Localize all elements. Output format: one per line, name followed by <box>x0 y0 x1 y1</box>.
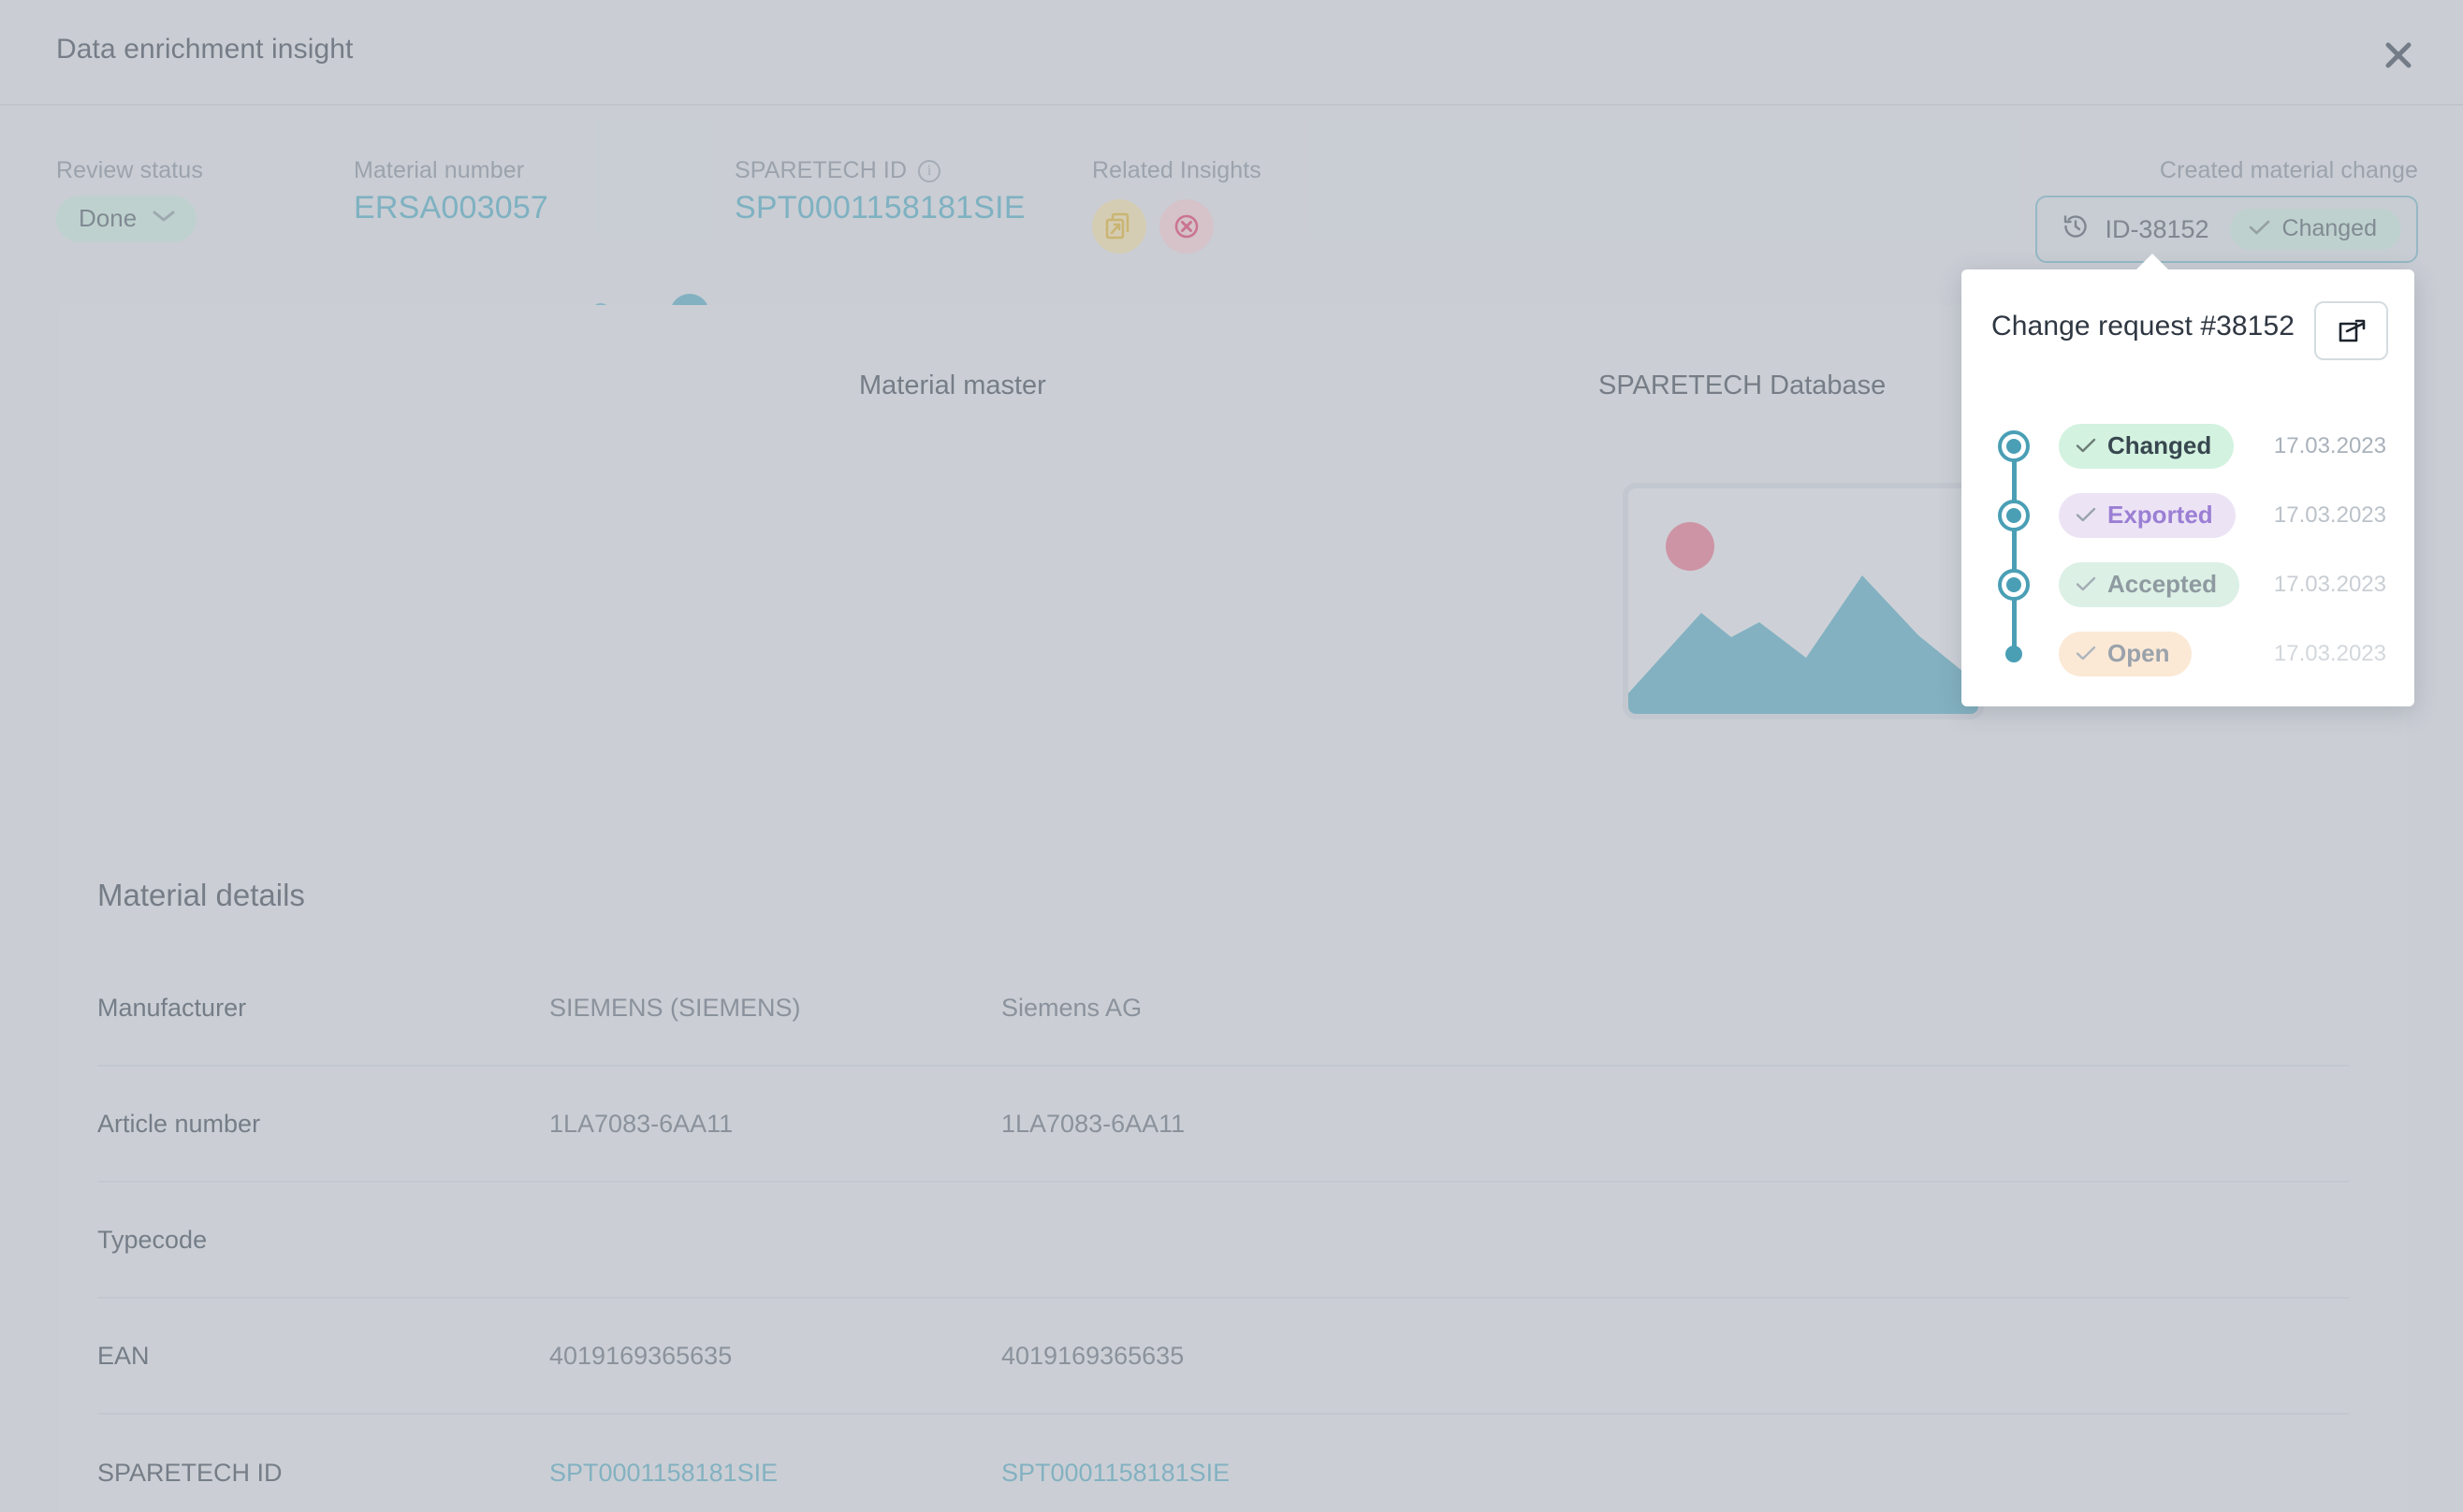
row-value-sparetech[interactable]: SPT0001158181SIE <box>1001 1459 1230 1488</box>
table-row: EAN 4019169365635 4019169365635 <box>97 1299 2349 1415</box>
row-value-material-master: SIEMENS (SIEMENS) <box>549 993 801 1022</box>
page-title: Data enrichment insight <box>56 34 354 65</box>
timeline-date: 17.03.2023 <box>2273 433 2386 458</box>
related-insights-block: Related Insights <box>1092 157 1261 254</box>
timeline-status-badge: Accepted <box>2059 562 2240 607</box>
table-row: Manufacturer SIEMENS (SIEMENS) Siemens A… <box>97 951 2349 1067</box>
modal-header: Data enrichment insight <box>0 0 2463 106</box>
timeline-date: 17.03.2023 <box>2273 502 2386 528</box>
timeline-status-label: Open <box>2107 639 2170 667</box>
timeline-status-badge: Changed <box>2059 424 2235 469</box>
related-insights-label: Related Insights <box>1092 157 1261 183</box>
change-request-timeline: Changed 17.03.2023 Exported 17.03.2023 A… <box>1991 412 2396 689</box>
created-material-change-block: Created material change ID-38152 Changed <box>2035 157 2418 263</box>
change-status-label: Changed <box>2281 215 2377 241</box>
material-number-block: Material number ERSA003057 <box>354 157 548 226</box>
check-icon <box>2076 570 2096 599</box>
obsolete-circle-x-icon[interactable] <box>1159 199 1214 254</box>
row-value-sparetech: Siemens AG <box>1001 993 1143 1022</box>
section-title-material-details: Material details <box>97 878 305 912</box>
row-value-material-master: 1LA7083-6AA11 <box>549 1109 734 1138</box>
row-value-material-master: 4019169365635 <box>549 1341 733 1370</box>
timeline-item: Accepted 17.03.2023 <box>1991 550 2396 654</box>
check-icon <box>2076 501 2096 530</box>
change-request-id: ID-38152 <box>2105 214 2209 243</box>
created-material-change-label: Created material change <box>2159 157 2418 183</box>
check-icon <box>2249 215 2271 242</box>
history-clock-icon <box>2062 212 2090 247</box>
timeline-date: 17.03.2023 <box>2273 641 2386 666</box>
timeline-node <box>1997 637 2031 671</box>
timeline-status-label: Changed <box>2107 431 2212 459</box>
timeline-item: Changed 17.03.2023 <box>1991 412 2396 516</box>
check-icon <box>2076 639 2096 668</box>
popover-arrow <box>2135 254 2169 270</box>
material-number-label: Material number <box>354 157 525 183</box>
column-header-material-master: Material master <box>859 371 1046 400</box>
row-key: Article number <box>97 1109 261 1138</box>
timeline-status-badge: Open <box>2059 632 2193 676</box>
sparetech-id-label: SPARETECH ID <box>735 157 908 183</box>
table-row: SPARETECH ID SPT0001158181SIE SPT0001158… <box>97 1415 2349 1512</box>
popover-title: Change request #38152 <box>1991 311 2295 342</box>
row-key: SPARETECH ID <box>97 1458 283 1487</box>
row-key: EAN <box>97 1341 150 1370</box>
change-status-badge: Changed <box>2229 209 2401 250</box>
chevron-down-icon <box>152 209 176 228</box>
change-request-popover: Change request #38152 Changed 17.03.2023… <box>1961 254 2414 706</box>
review-status-value: Done <box>79 204 138 232</box>
table-row: Typecode <box>97 1183 2349 1299</box>
row-value-sparetech: 1LA7083-6AA11 <box>1001 1109 1186 1138</box>
duplicate-document-icon[interactable] <box>1092 199 1146 254</box>
timeline-status-badge: Exported <box>2059 493 2236 538</box>
timeline-node <box>1997 499 2031 532</box>
external-link-icon[interactable] <box>2314 301 2388 360</box>
material-details-table: Manufacturer SIEMENS (SIEMENS) Siemens A… <box>97 951 2349 1512</box>
material-number-value: ERSA003057 <box>354 190 549 225</box>
change-request-pill[interactable]: ID-38152 Changed <box>2035 196 2418 263</box>
row-value-sparetech: 4019169365635 <box>1001 1341 1185 1370</box>
review-status-label: Review status <box>56 157 203 183</box>
timeline-date: 17.03.2023 <box>2273 572 2386 597</box>
sparetech-id-block: SPARETECH ID i SPT0001158181SIE <box>735 157 1026 226</box>
info-icon[interactable]: i <box>918 159 941 182</box>
row-value-material-master[interactable]: SPT0001158181SIE <box>549 1459 778 1488</box>
row-key: Typecode <box>97 1225 208 1254</box>
sparetech-id-value: SPT0001158181SIE <box>735 190 1026 225</box>
row-key: Manufacturer <box>97 993 247 1022</box>
table-row: Article number 1LA7083-6AA11 1LA7083-6AA… <box>97 1067 2349 1183</box>
review-status-block: Review status Done <box>56 157 203 242</box>
timeline-status-label: Accepted <box>2107 570 2218 598</box>
image-placeholder-icon <box>1623 483 1984 720</box>
timeline-item: Exported 17.03.2023 <box>1991 481 2396 585</box>
data-enrichment-insight-modal: Data enrichment insight Review status Do… <box>0 0 2463 1512</box>
review-status-dropdown[interactable]: Done <box>56 196 197 242</box>
column-header-sparetech-database: SPARETECH Database <box>1598 371 1887 400</box>
timeline-status-label: Exported <box>2107 501 2213 529</box>
timeline-item: Open 17.03.2023 <box>1991 619 2396 689</box>
timeline-node <box>1997 429 2031 463</box>
timeline-node <box>1997 568 2031 602</box>
close-icon[interactable] <box>2371 28 2426 82</box>
check-icon <box>2076 431 2096 460</box>
